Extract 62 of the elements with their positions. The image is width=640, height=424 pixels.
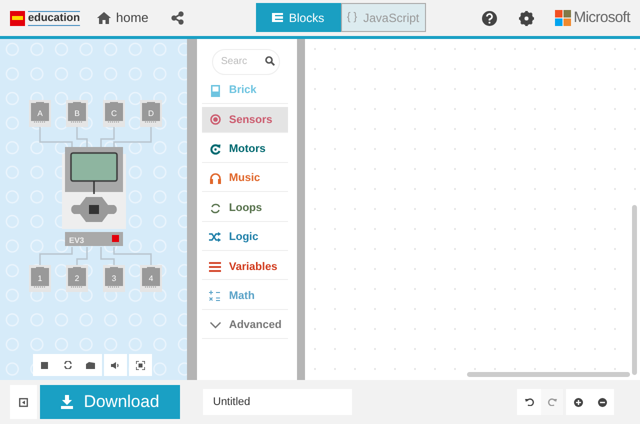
- brick-label: EV3: [69, 236, 84, 245]
- restart-icon: [64, 361, 72, 369]
- workspace-vertical-scrollbar[interactable]: [632, 205, 637, 375]
- stop-icon: [41, 362, 48, 368]
- brand-name: education: [28, 10, 80, 26]
- download-button[interactable]: Download: [40, 385, 180, 419]
- speaker-icon: [111, 362, 120, 368]
- port-label: B: [74, 109, 80, 118]
- editor-tab[interactable]: { } JavaScript: [340, 3, 426, 32]
- rotate-icon: [210, 144, 220, 155]
- list-icon: [209, 262, 221, 272]
- microsoft-logo-icon: [554, 10, 571, 26]
- simulator-scrollbar[interactable]: [187, 39, 197, 380]
- collapse-simulator-button[interactable]: [10, 385, 37, 419]
- blocks-icon: [272, 13, 283, 22]
- undo-icon: [524, 398, 534, 406]
- brick-icon: [210, 84, 220, 96]
- port-label: D: [148, 109, 154, 118]
- search-icon: [265, 56, 275, 66]
- shuffle-icon: [209, 232, 221, 242]
- workspace-horizontal-scrollbar[interactable]: [467, 372, 630, 377]
- port-label: 2: [74, 274, 80, 283]
- headphones-icon: [210, 173, 220, 184]
- project-name-field[interactable]: Untitled: [203, 389, 352, 415]
- port-connector[interactable]: [66, 100, 88, 127]
- download-icon: [60, 395, 73, 409]
- braces-icon: { }: [346, 9, 358, 26]
- vendor-name: Microsoft: [574, 8, 630, 28]
- collapse-icon: [19, 398, 28, 406]
- port-label: 4: [148, 274, 154, 283]
- loop-icon: [210, 202, 220, 214]
- fullscreen-button[interactable]: [129, 354, 152, 376]
- toolbox-category[interactable]: Sensors: [202, 107, 288, 134]
- math-operators-icon: [209, 290, 221, 302]
- fullscreen-icon: [136, 360, 145, 370]
- chevron-down-icon: [210, 322, 220, 330]
- toolbox-scrollbar[interactable]: [297, 39, 305, 380]
- settings-icon[interactable]: [518, 10, 534, 26]
- port-connector[interactable]: [29, 100, 51, 127]
- port-connector[interactable]: [140, 265, 162, 292]
- port-label: A: [37, 109, 43, 118]
- home-icon: [97, 12, 111, 24]
- port-connector[interactable]: [29, 265, 51, 292]
- search-field[interactable]: Searc: [212, 48, 280, 74]
- port-label: 3: [112, 274, 116, 283]
- sound-button[interactable]: [104, 354, 127, 376]
- home-link[interactable]: home: [97, 8, 149, 28]
- target-icon: [210, 114, 220, 126]
- folder-icon: [86, 362, 95, 368]
- editor-tab[interactable]: Blocks: [256, 3, 341, 32]
- port-label: 1: [38, 274, 42, 283]
- lego-logo-icon: [10, 10, 25, 26]
- port-label: C: [111, 109, 117, 118]
- zoom-in-icon: [574, 398, 582, 406]
- port-connector[interactable]: [66, 265, 88, 292]
- zoom-out-icon: [598, 398, 606, 406]
- redo-icon: [548, 398, 556, 406]
- port-connector[interactable]: [103, 100, 125, 127]
- port-connector[interactable]: [103, 265, 125, 292]
- port-connector[interactable]: [140, 100, 162, 127]
- help-icon[interactable]: [482, 10, 497, 26]
- share-icon[interactable]: [170, 11, 184, 25]
